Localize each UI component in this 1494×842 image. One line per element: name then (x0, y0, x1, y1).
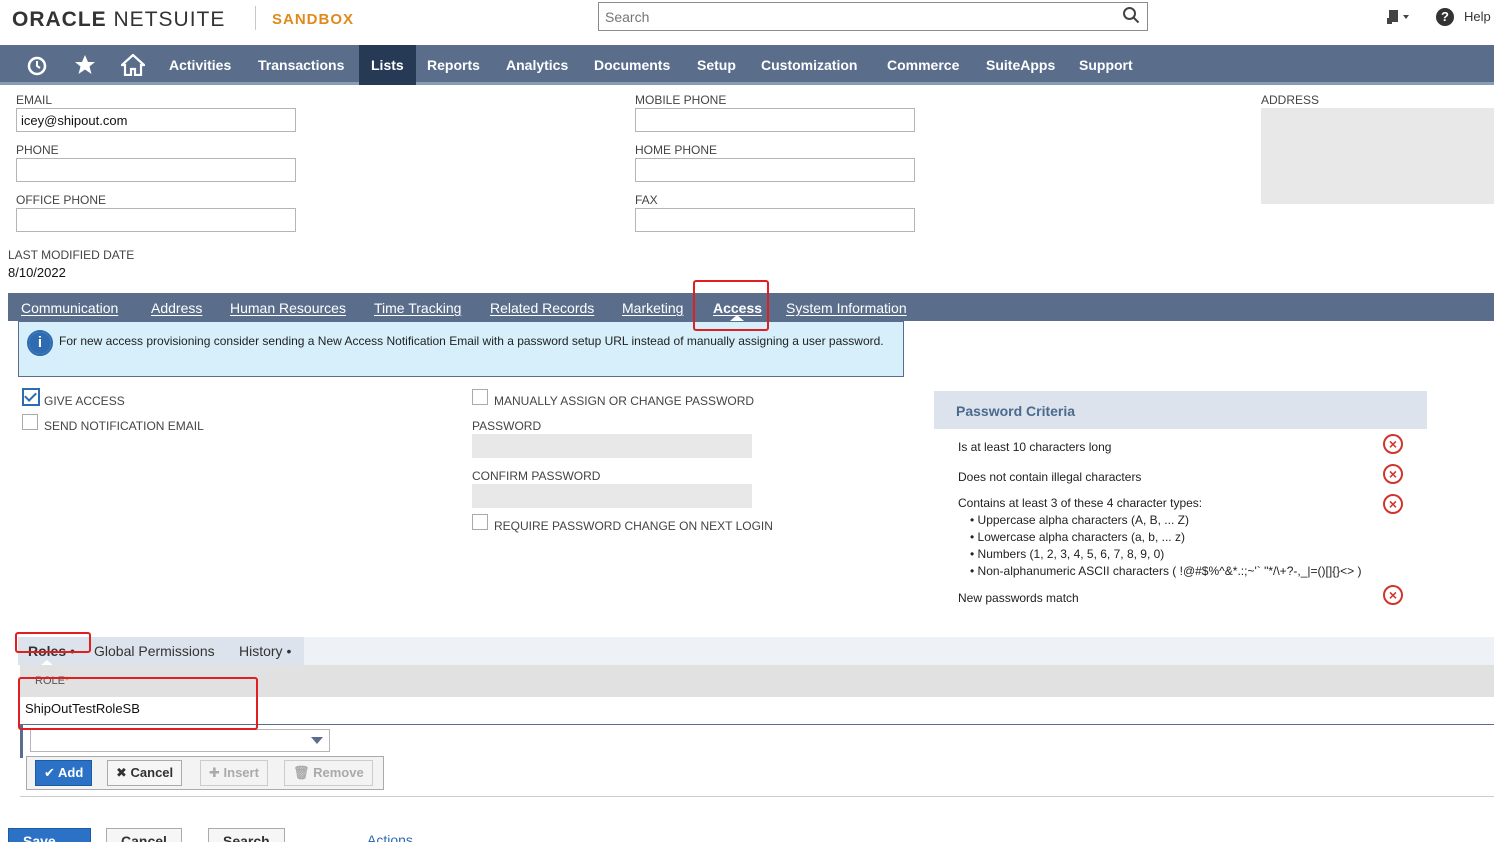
criteria-uppercase: • Uppercase alpha characters (A, B, ... … (970, 513, 1189, 527)
nav-reports[interactable]: Reports (415, 45, 492, 85)
insert-button[interactable]: ✚ Insert (200, 760, 268, 786)
recent-records-icon[interactable] (26, 54, 48, 76)
password-criteria-header: Password Criteria (934, 391, 1427, 429)
star-icon[interactable] (74, 54, 96, 76)
remove-button[interactable]: 🗑 Remove (284, 760, 373, 786)
help-icon[interactable]: ? (1436, 8, 1454, 26)
tab-marketing[interactable]: Marketing (622, 300, 683, 316)
home-phone-label: HOME PHONE (635, 143, 718, 157)
nav-setup[interactable]: Setup (685, 45, 748, 85)
criteria-length: Is at least 10 characters long (958, 440, 1112, 454)
tab-time-tracking[interactable]: Time Tracking (374, 300, 461, 316)
phone-field[interactable] (16, 158, 296, 182)
give-access-checkbox[interactable] (22, 388, 40, 406)
criteria-numbers: • Numbers (1, 2, 3, 4, 5, 6, 7, 8, 9, 0) (970, 547, 1165, 561)
address-field (1261, 108, 1494, 204)
main-nav: Activities Transactions Lists Reports An… (0, 45, 1494, 85)
environment-badge: SANDBOX (272, 11, 355, 28)
nav-suiteapps[interactable]: SuiteApps (974, 45, 1067, 85)
address-label: ADDRESS (1261, 93, 1320, 107)
search-button[interactable]: Search (208, 828, 285, 842)
highlight-access-tab (693, 280, 769, 331)
nav-transactions[interactable]: Transactions (246, 45, 356, 85)
password-label: PASSWORD (472, 419, 542, 433)
highlight-roles-subtab (15, 632, 91, 653)
error-x-icon: × (1383, 585, 1403, 605)
error-x-icon: × (1383, 464, 1403, 484)
error-x-icon: × (1383, 494, 1403, 514)
help-link[interactable]: Help (1464, 9, 1491, 24)
confirm-password-label: CONFIRM PASSWORD (472, 469, 601, 483)
role-select[interactable] (30, 729, 330, 752)
nav-activities[interactable]: Activities (157, 45, 243, 85)
nav-customization[interactable]: Customization (749, 45, 869, 85)
nav-analytics[interactable]: Analytics (494, 45, 580, 85)
home-phone-field[interactable] (635, 158, 915, 182)
send-notification-checkbox[interactable] (22, 414, 38, 430)
global-search-input[interactable] (598, 2, 1148, 31)
home-icon[interactable] (121, 54, 145, 76)
highlight-role-value (18, 677, 258, 730)
mobile-phone-field[interactable] (635, 108, 915, 132)
phone-label: PHONE (16, 143, 59, 157)
email-label: EMAIL (16, 93, 53, 107)
error-x-icon: × (1383, 434, 1403, 454)
mobile-phone-label: MOBILE PHONE (635, 93, 727, 107)
password-field (472, 434, 752, 458)
subtab-history[interactable]: History • (239, 643, 291, 659)
tab-human-resources[interactable]: Human Resources (230, 300, 346, 316)
manual-password-checkbox[interactable] (472, 389, 488, 405)
fax-field[interactable] (635, 208, 915, 232)
criteria-non-alphanumeric: • Non-alphanumeric ASCII characters ( !@… (970, 564, 1362, 578)
email-field[interactable]: icey@shipout.com (16, 108, 296, 132)
fax-label: FAX (635, 193, 658, 207)
office-phone-label: OFFICE PHONE (16, 193, 107, 207)
search-icon[interactable] (1122, 6, 1140, 24)
cancel-line-button[interactable]: ✖ Cancel (107, 760, 183, 786)
require-change-checkbox[interactable] (472, 514, 488, 530)
save-button[interactable]: Save (8, 828, 91, 842)
subtab-global-permissions[interactable]: Global Permissions (94, 643, 215, 659)
tab-communication[interactable]: Communication (21, 300, 118, 316)
manual-password-label: MANUALLY ASSIGN OR CHANGE PASSWORD (494, 394, 755, 408)
tab-address[interactable]: Address (151, 300, 202, 316)
require-change-label: REQUIRE PASSWORD CHANGE ON NEXT LOGIN (494, 519, 773, 533)
criteria-char-types: Contains at least 3 of these 4 character… (958, 496, 1203, 510)
actions-menu[interactable]: Actions (367, 832, 413, 842)
password-criteria-title: Password Criteria (956, 403, 1076, 419)
add-button[interactable]: ✔ Add (35, 760, 93, 786)
role-switcher-icon[interactable] (1386, 8, 1412, 26)
cancel-button[interactable]: Cancel (106, 828, 182, 842)
last-modified-value: 8/10/2022 (8, 265, 66, 280)
chevron-down-icon[interactable] (311, 737, 323, 744)
nav-support[interactable]: Support (1067, 45, 1145, 85)
criteria-passwords-match: New passwords match (958, 591, 1079, 605)
criteria-lowercase: • Lowercase alpha characters (a, b, ... … (970, 530, 1185, 544)
logo-divider (255, 6, 256, 30)
send-notification-label: SEND NOTIFICATION EMAIL (44, 419, 204, 433)
app-header: ORACLE NETSUITE SANDBOX ? Help (0, 0, 1494, 45)
info-banner: For new access provisioning consider sen… (18, 321, 904, 377)
tab-system-information[interactable]: System Information (786, 300, 907, 316)
confirm-password-field (472, 484, 752, 508)
criteria-illegal-chars: Does not contain illegal characters (958, 470, 1142, 484)
oracle-netsuite-logo[interactable]: ORACLE NETSUITE (12, 8, 225, 32)
give-access-label: GIVE ACCESS (44, 394, 125, 408)
last-modified-label: LAST MODIFIED DATE (8, 248, 135, 262)
nav-documents[interactable]: Documents (582, 45, 682, 85)
grid-bottom-divider (20, 796, 1494, 797)
nav-commerce[interactable]: Commerce (875, 45, 971, 85)
office-phone-field[interactable] (16, 208, 296, 232)
info-icon (27, 330, 53, 356)
tab-related-records[interactable]: Related Records (490, 300, 594, 316)
nav-lists[interactable]: Lists (359, 45, 416, 85)
info-banner-text: For new access provisioning consider sen… (59, 334, 884, 348)
